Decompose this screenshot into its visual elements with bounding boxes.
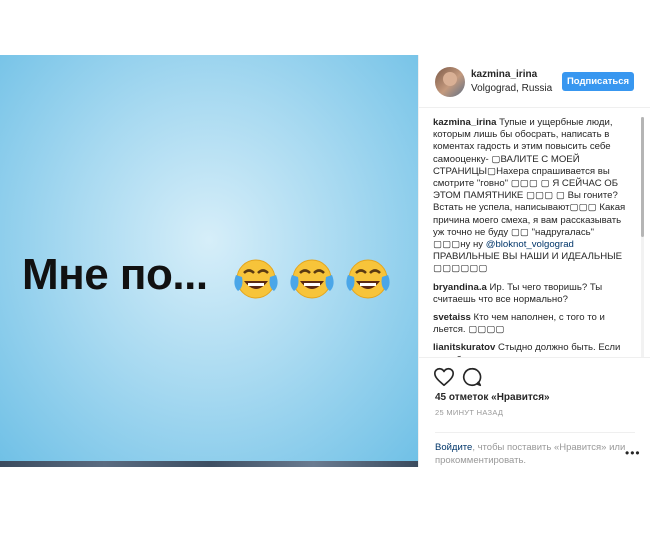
login-prompt: Войдите, чтобы поставить «Нравится» или … — [435, 432, 635, 467]
tears-of-joy-emoji — [346, 259, 390, 299]
post-location[interactable]: Volgograd, Russia — [471, 83, 552, 94]
comment-item: bryandina.a Ир. Ты чего творишь? Ты счит… — [433, 282, 629, 306]
tears-of-joy-emoji — [234, 259, 278, 299]
heart-icon[interactable] — [433, 366, 455, 388]
follow-button[interactable]: Подписаться — [562, 72, 634, 91]
post-side-panel: kazmina_irina Volgograd, Russia Подписат… — [418, 55, 650, 467]
emoji-row — [232, 257, 392, 301]
comment-username[interactable]: svetaiss — [433, 312, 471, 323]
post-header: kazmina_irina Volgograd, Russia Подписат… — [419, 55, 650, 108]
avatar[interactable] — [435, 67, 465, 97]
comment-icon[interactable] — [461, 366, 483, 388]
scrollbar-thumb[interactable] — [641, 117, 644, 237]
comment-username[interactable]: lianitskuratov — [433, 342, 495, 353]
comment-item: lianitskuratov Стыдно должно быть. Если … — [433, 342, 629, 357]
likes-count[interactable]: 45 отметок «Нравится» — [435, 392, 550, 403]
post-photo[interactable]: Мне по... — [0, 55, 418, 467]
login-link[interactable]: Войдите — [435, 442, 472, 453]
comment-username[interactable]: bryandina.a — [433, 282, 487, 293]
comment-text-tail: ПРАВИЛЬНЫЕ ВЫ НАШИ И ИДЕАЛЬНЫЕ ▢▢▢▢▢▢ — [433, 251, 623, 275]
comments-list: kazmina_irina Тупые и ущербные люди, кот… — [433, 117, 629, 357]
comments-scrollbar[interactable] — [641, 117, 644, 357]
comment-item: svetaiss Кто чем наполнен, с того то и л… — [433, 312, 629, 336]
photo-bottom-strip — [0, 461, 418, 467]
post-actions: 45 отметок «Нравится» 25 МИНУТ НАЗАД Вой… — [419, 357, 650, 468]
tears-of-joy-emoji — [290, 259, 334, 299]
comment-text: Тупые и ущербные люди, которым лишь бы о… — [433, 117, 626, 251]
comment-mention[interactable]: @bloknot_volgograd — [486, 239, 574, 250]
comment-username[interactable]: kazmina_irina — [433, 117, 496, 128]
post-timestamp: 25 МИНУТ НАЗАД — [435, 408, 504, 417]
author-username[interactable]: kazmina_irina — [471, 69, 537, 80]
photo-caption-text: Мне по... — [22, 250, 208, 299]
comment-item: kazmina_irina Тупые и ущербные люди, кот… — [433, 117, 629, 276]
more-options-icon[interactable]: ••• — [625, 446, 641, 460]
